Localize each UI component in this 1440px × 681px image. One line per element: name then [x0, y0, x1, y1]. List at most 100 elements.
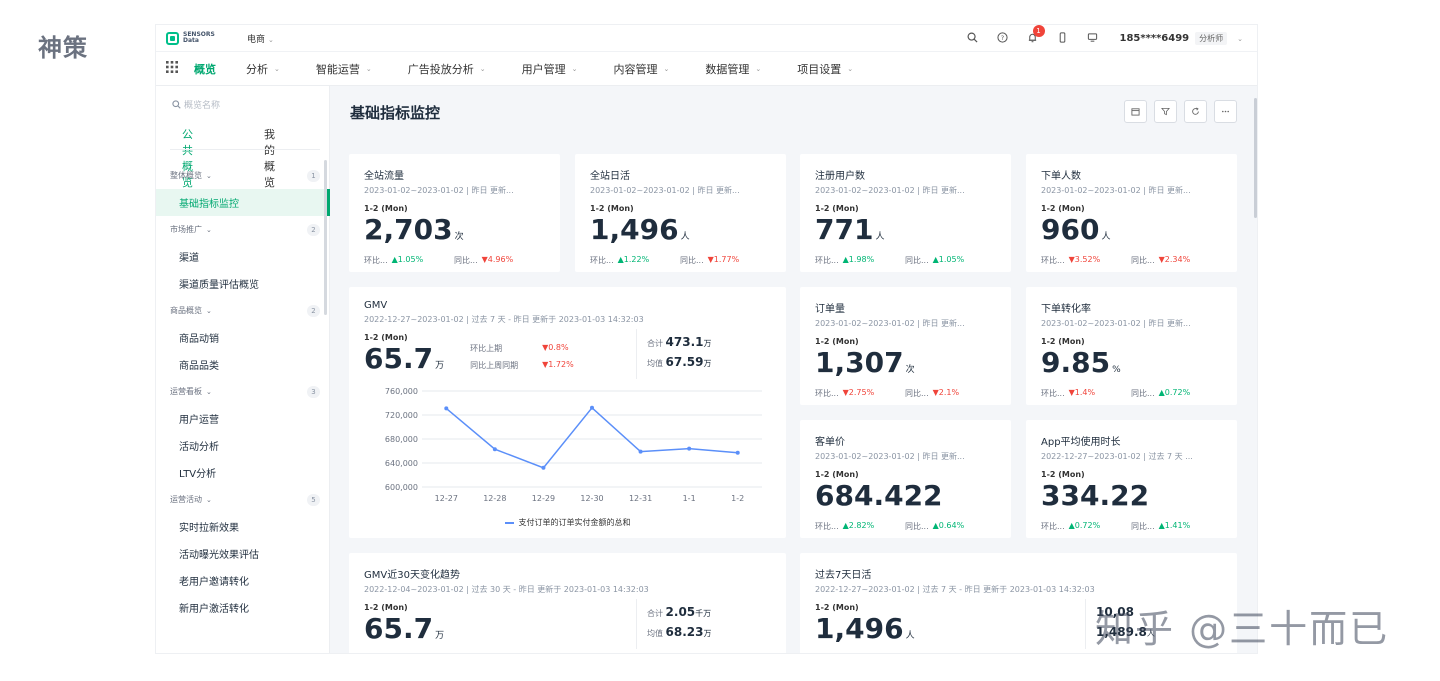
- menu-group-marketing[interactable]: 市场推广 ⌄ 2: [156, 216, 330, 243]
- project-name: 电商: [247, 34, 266, 45]
- sidebar-item-realtime-acquisition[interactable]: 实时拉新效果: [156, 513, 330, 540]
- menu-group-product[interactable]: 商品概览 ⌄ 2: [156, 297, 330, 324]
- kpi-card-site-dau[interactable]: 全站日活 2023-01-02~2023-01-02 | 昨日 更新... 1-…: [575, 154, 786, 272]
- gmv-30day-trend-card[interactable]: GMV近30天变化趋势 2022-12-04~2023-01-02 | 过去 3…: [349, 553, 786, 653]
- sidebar-item-product-category[interactable]: 商品品类: [156, 351, 330, 378]
- project-switcher[interactable]: 电商 ⌄: [247, 32, 274, 45]
- top-right-tools: ? 1 185****6499 分析师 ⌄: [958, 25, 1243, 52]
- mobile-icon[interactable]: [1048, 31, 1078, 46]
- card-subtitle: 2023-01-02~2023-01-02 | 昨日 更新...: [364, 186, 514, 195]
- y-tick-label: 760,000: [385, 387, 418, 396]
- menu-group-overall[interactable]: 整体概览 ⌄ 1: [156, 162, 330, 189]
- app-grid-icon[interactable]: [166, 60, 194, 77]
- cmp-label: 环比...: [815, 256, 839, 265]
- data-point: [590, 405, 594, 410]
- cmp-value: ▼3.52%: [1068, 255, 1101, 264]
- card-unit: 人: [680, 232, 690, 242]
- cmp-label: 同比...: [905, 522, 929, 531]
- sidebar-item-product-sales[interactable]: 商品动销: [156, 324, 330, 351]
- dashboard: 基础指标监控 全站流量 2023-01-02~2023-01-02 | 昨日 更…: [330, 86, 1257, 653]
- kpi-card-avg-order-value[interactable]: 客单价 2023-01-02~2023-01-02 | 昨日 更新... 1-2…: [800, 420, 1011, 538]
- nav-overview[interactable]: 概览: [194, 61, 216, 77]
- notification-bell-icon[interactable]: 1: [1018, 25, 1048, 46]
- watermark: 知乎 @三十而已: [1095, 607, 1390, 651]
- avg-value: 68.23: [665, 625, 704, 639]
- kpi-card-order-conversion[interactable]: 下单转化率 2023-01-02~2023-01-02 | 昨日 更新... 1…: [1026, 287, 1237, 405]
- more-button[interactable]: [1214, 100, 1237, 123]
- gmv-chart-card[interactable]: GMV 2022-12-27~2023-01-02 | 过去 7 天 - 昨日 …: [349, 287, 786, 538]
- sidebar-item-activity-analysis[interactable]: 活动分析: [156, 432, 330, 459]
- monitor-icon[interactable]: [1078, 32, 1108, 46]
- cmp-value: ▲1.05%: [932, 255, 965, 264]
- chevron-down-icon[interactable]: ⌄: [1237, 35, 1243, 43]
- y-tick-label: 640,000: [385, 459, 418, 468]
- calendar-button[interactable]: [1124, 100, 1147, 123]
- kpi-card-app-usage-duration[interactable]: App平均使用时长 2022-12-27~2023-01-02 | 过去 7 天…: [1026, 420, 1237, 538]
- cmp-value: ▼4.96%: [481, 255, 514, 264]
- x-tick-label: 1-2: [731, 494, 744, 503]
- content-area: 概览名称 公共概览 我的概览 整体概览 ⌄ 1 基础指标监控 市场推广 ⌄ 2 渠道 渠…: [156, 86, 1257, 653]
- nav-user-management[interactable]: 用户管理 ⌄: [522, 61, 578, 77]
- card-subtitle: 2023-01-02~2023-01-02 | 昨日 更新...: [815, 319, 965, 328]
- cmp-label: 环比上期: [470, 344, 503, 353]
- logo[interactable]: SENSORS Data: [166, 31, 223, 45]
- kpi-card-site-traffic[interactable]: 全站流量 2023-01-02~2023-01-02 | 昨日 更新... 1-…: [349, 154, 560, 272]
- data-point: [444, 406, 449, 411]
- sidebar-item-exposure-eval[interactable]: 活动曝光效果评估: [156, 540, 330, 567]
- refresh-button[interactable]: [1184, 100, 1207, 123]
- cmp-value: ▲0.72%: [1158, 388, 1191, 397]
- series-line: [445, 406, 738, 469]
- x-tick-label: 12-27: [435, 494, 458, 503]
- sidebar-item-channel[interactable]: 渠道: [156, 243, 330, 270]
- sidebar-scrollbar[interactable]: [324, 160, 327, 315]
- card-title: 全站日活: [590, 171, 630, 182]
- data-point: [541, 465, 546, 470]
- nav-label: 分析: [246, 62, 268, 76]
- main-scrollbar[interactable]: [1254, 98, 1257, 218]
- user-name[interactable]: 185****6499: [1120, 33, 1190, 44]
- help-icon[interactable]: ?: [988, 31, 1018, 46]
- avg-label: 均值: [647, 359, 663, 368]
- gmv-line-chart: 760,000 720,000 680,000 640,000 600,000 12-27…: [385, 387, 762, 503]
- card-unit: 人: [905, 631, 915, 641]
- avg-label: 均值: [647, 629, 663, 638]
- sidebar-item-ltv[interactable]: LTV分析: [156, 459, 330, 486]
- menu-group-ops-board[interactable]: 运营看板 ⌄ 3: [156, 378, 330, 405]
- chart-legend[interactable]: 支付订单的订单实付金额的总和: [364, 517, 771, 528]
- nav-analysis[interactable]: 分析 ⌄: [246, 61, 280, 77]
- sidebar-item-channel-quality[interactable]: 渠道质量评估概览: [156, 270, 330, 297]
- sidebar-item-activation-conversion[interactable]: 新用户激活转化: [156, 594, 330, 621]
- filter-button[interactable]: [1154, 100, 1177, 123]
- cmp-label: 同比...: [1131, 256, 1155, 265]
- card-value: 771: [815, 213, 874, 246]
- card-title: 客单价: [815, 437, 845, 448]
- card-unit: 次: [454, 232, 464, 242]
- card-title: 全站流量: [364, 171, 404, 182]
- sidebar-item-user-ops[interactable]: 用户运营: [156, 405, 330, 432]
- search-icon[interactable]: [958, 32, 988, 46]
- filter-icon: [1161, 107, 1170, 116]
- kpi-card-order-count[interactable]: 订单量 2023-01-02~2023-01-02 | 昨日 更新... 1-2…: [800, 287, 1011, 405]
- kpi-card-order-users[interactable]: 下单人数 2023-01-02~2023-01-02 | 昨日 更新... 1-…: [1026, 154, 1237, 272]
- sidebar-item-invite-conversion[interactable]: 老用户邀请转化: [156, 567, 330, 594]
- kpi-card-registered-users[interactable]: 注册用户数 2023-01-02~2023-01-02 | 昨日 更新... 1…: [800, 154, 1011, 272]
- card-value: 65.7: [364, 612, 434, 645]
- cmp-value: ▲1.22%: [617, 255, 650, 264]
- card-subtitle: 2023-01-02~2023-01-02 | 昨日 更新...: [1041, 186, 1191, 195]
- avg-value: 67.59: [665, 355, 704, 369]
- card-subtitle: 2022-12-27~2023-01-02 | 过去 7 天 ...: [1041, 452, 1193, 461]
- menu-group-ops-activity[interactable]: 运营活动 ⌄ 5: [156, 486, 330, 513]
- data-point: [492, 447, 497, 452]
- nav-content-management[interactable]: 内容管理 ⌄: [614, 61, 670, 77]
- group-count: 2: [307, 223, 320, 236]
- nav-project-settings[interactable]: 项目设置 ⌄: [797, 61, 853, 77]
- nav-data-management[interactable]: 数据管理 ⌄: [705, 61, 761, 77]
- sidebar-item-basic-metrics[interactable]: 基础指标监控: [156, 189, 330, 216]
- card-unit: 万: [435, 631, 445, 641]
- nav-ad-analysis[interactable]: 广告投放分析 ⌄: [408, 61, 486, 77]
- sidebar-search[interactable]: 概览名称: [172, 98, 220, 111]
- dashboard-actions: [1124, 100, 1237, 123]
- nav-smart-ops[interactable]: 智能运营 ⌄: [316, 61, 372, 77]
- total-value: 473.1: [665, 335, 704, 349]
- card-subtitle: 2022-12-27~2023-01-02 | 过去 7 天 - 昨日 更新于 …: [364, 315, 644, 324]
